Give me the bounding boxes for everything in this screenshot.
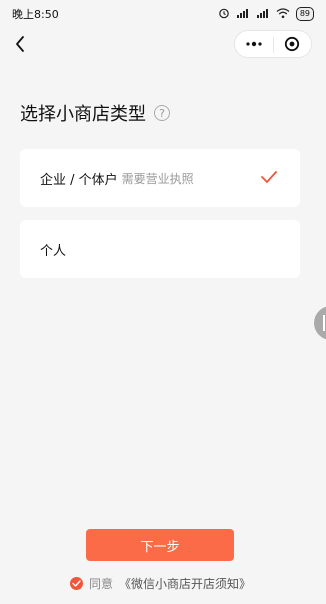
target-icon[interactable]: [273, 31, 311, 57]
agree-prefix: 同意: [89, 576, 114, 591]
capsule-menu: [234, 30, 312, 58]
back-icon[interactable]: [8, 30, 32, 58]
option-label: 企业 / 个体户: [40, 172, 118, 188]
capsule-divider: [273, 37, 274, 53]
alarm-icon: [218, 7, 230, 22]
battery-icon: 89: [295, 7, 314, 21]
checkmark-icon: [260, 169, 278, 188]
page-title-text: 选择小商店类型: [20, 104, 146, 125]
status-icons: 89: [218, 7, 314, 22]
option-subtext: 需要营业执照: [121, 171, 194, 186]
agreement-link[interactable]: 《微信小商店开店须知》: [119, 575, 251, 592]
next-button[interactable]: 下一步: [86, 529, 234, 561]
signal-icon: [236, 7, 250, 22]
status-time: 晚上8:50: [12, 8, 59, 21]
agreement-row: 同意 《微信小商店开店须知》: [70, 575, 251, 591]
option-enterprise[interactable]: 企业 / 个体户 需要营业执照: [20, 149, 300, 207]
floating-side-handle[interactable]: [314, 306, 326, 340]
nav-bar: [0, 28, 326, 60]
signal-icon-2: [256, 7, 270, 22]
help-icon[interactable]: ?: [154, 105, 170, 121]
more-icon[interactable]: [235, 31, 273, 57]
option-personal[interactable]: 个人: [20, 220, 300, 278]
agree-checkbox[interactable]: [70, 576, 83, 590]
option-label: 个人: [40, 243, 67, 259]
wifi-icon: [276, 7, 290, 22]
status-bar: 晚上8:50 89: [0, 0, 326, 28]
page-title: 选择小商店类型 ?: [20, 100, 170, 126]
